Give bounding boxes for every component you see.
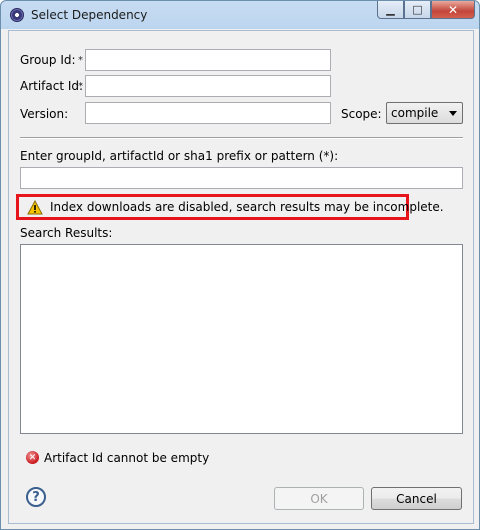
scope-selected-value: compile [391,106,439,120]
ok-button[interactable]: OK [274,487,364,510]
artifact-id-label: Artifact Id: [20,79,84,93]
version-input[interactable] [86,103,330,123]
chevron-down-icon [449,111,457,116]
separator [20,137,463,139]
help-icon[interactable]: ? [26,487,46,507]
search-prompt-label: Enter groupId, artifactId or sha1 prefix… [20,149,339,163]
error-icon: ✕ [26,451,39,464]
search-field[interactable] [20,167,463,189]
group-id-input[interactable] [86,50,330,70]
minimize-button[interactable]: ▁ [377,1,404,19]
version-field[interactable] [85,102,331,124]
maximize-icon: □ [412,3,423,16]
close-icon: ✕ [447,2,459,17]
group-id-required-marker: * [78,55,83,66]
help-glyph: ? [32,489,40,505]
group-id-label: Group Id: [20,53,76,67]
search-results-label: Search Results: [20,226,113,240]
title-bar[interactable]: Select Dependency ▁ □ ✕ [1,1,479,29]
artifact-id-required-marker: * [78,81,83,92]
artifact-id-field[interactable] [85,75,331,97]
window-title: Select Dependency [31,8,148,22]
dialog-window: Select Dependency ▁ □ ✕ Group Id: * Arti… [0,0,480,530]
maximize-button[interactable]: □ [404,1,431,19]
scope-label: Scope: [341,107,382,121]
cancel-button[interactable]: Cancel [371,487,462,510]
version-label: Version: [20,107,69,121]
index-warning-banner: Index downloads are disabled, search res… [16,194,444,220]
group-id-field[interactable] [85,49,331,71]
warning-text: Index downloads are disabled, search res… [50,200,444,214]
search-results-list[interactable] [20,244,463,434]
dialog-body: Group Id: * Artifact Id: * Version: Scop… [8,30,474,524]
artifact-id-input[interactable] [86,76,330,96]
eclipse-icon [10,8,24,22]
caption-buttons: ▁ □ ✕ [377,1,475,21]
scope-dropdown[interactable]: compile [386,102,463,124]
search-input[interactable] [21,168,462,188]
close-button[interactable]: ✕ [431,1,475,19]
error-message: Artifact Id cannot be empty [44,451,210,465]
warning-icon [27,200,43,215]
minimize-icon: ▁ [386,3,395,16]
